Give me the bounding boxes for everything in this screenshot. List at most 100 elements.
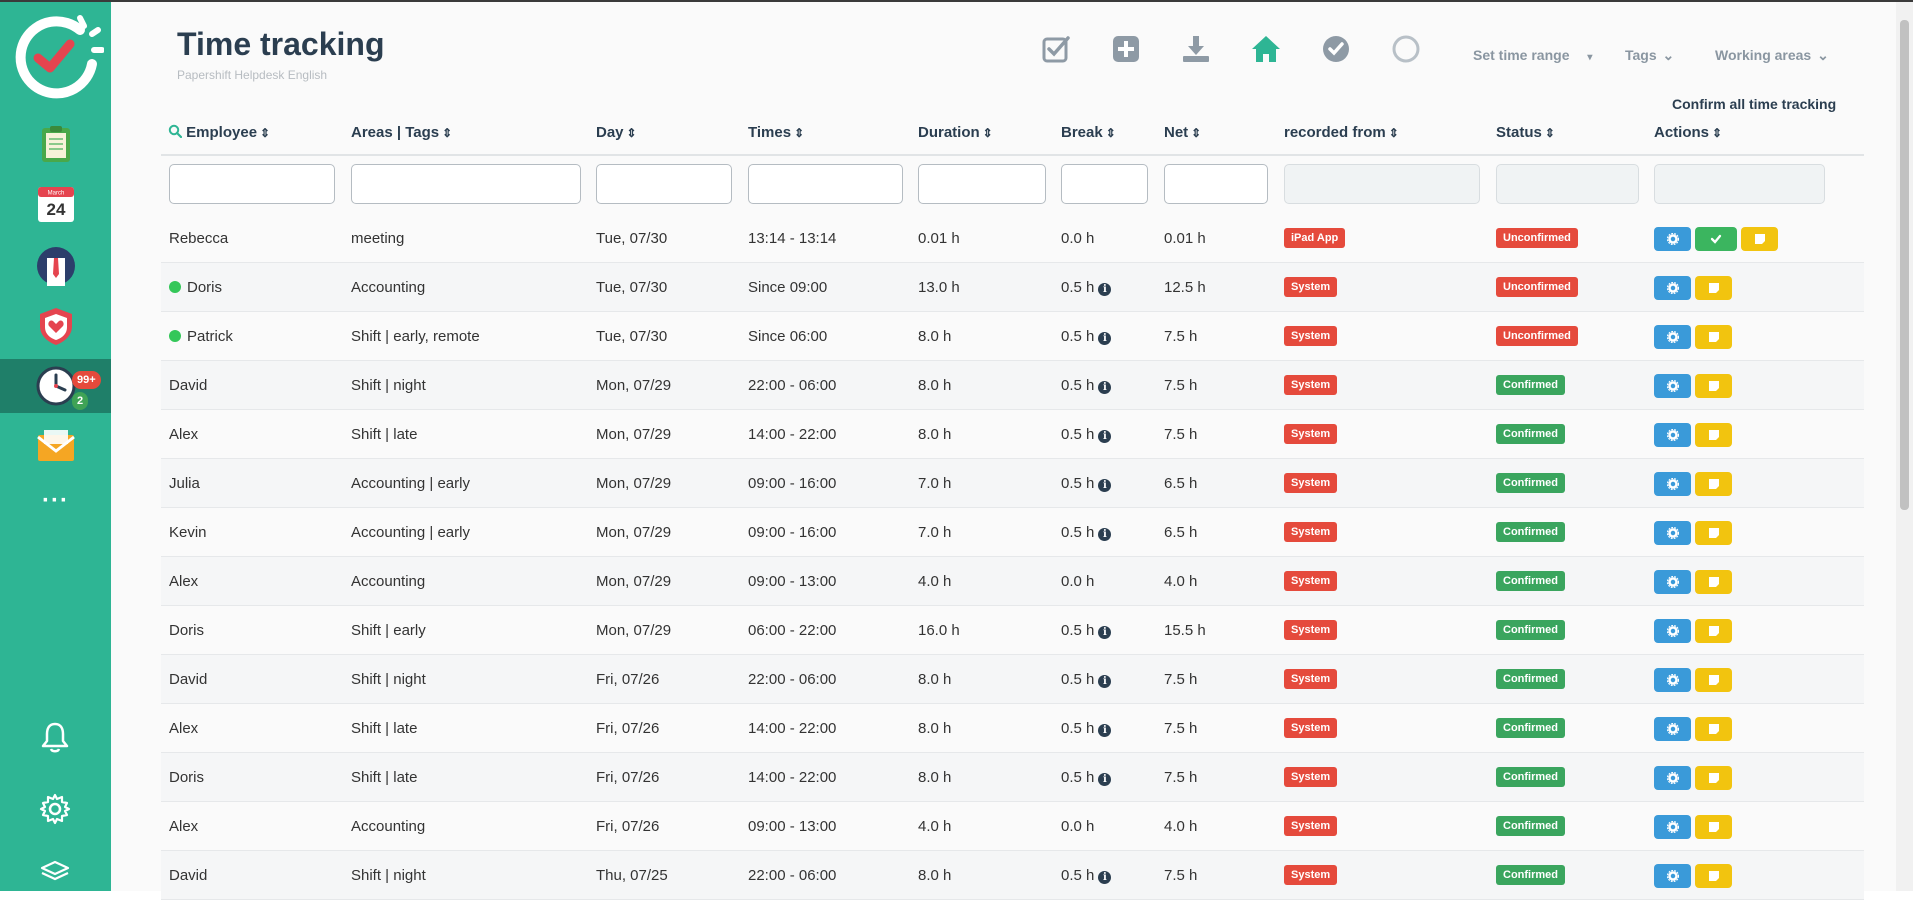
table-row[interactable]: Alex Shift | late Fri, 07/26 14:00 - 22:… [161,704,1864,753]
settings-button[interactable] [1654,227,1691,251]
info-icon[interactable]: i [1098,871,1112,884]
table-row[interactable]: Rebecca meeting Tue, 07/30 13:14 - 13:14… [161,214,1864,263]
sidebar-item-time-tracking[interactable]: 99+ 2 [0,359,111,413]
note-button[interactable] [1695,276,1732,300]
column-header-duration[interactable]: Duration ⇕ [918,124,993,141]
circle-outline-icon[interactable] [1391,34,1421,64]
info-icon[interactable]: i [1098,283,1112,296]
note-button[interactable] [1695,472,1732,496]
note-button[interactable] [1695,815,1732,839]
table-row[interactable]: David Shift | night Thu, 07/25 22:00 - 0… [161,851,1864,900]
employee-cell[interactable]: Kevin [169,524,207,541]
info-icon[interactable]: i [1098,430,1112,443]
tags-dropdown[interactable]: Tags ⌄ [1625,47,1674,64]
table-row[interactable]: Kevin Accounting | early Mon, 07/29 09:0… [161,508,1864,557]
info-icon[interactable]: i [1098,381,1112,394]
day-filter-input[interactable] [596,164,732,204]
info-icon[interactable]: i [1098,479,1112,492]
break-filter-input[interactable] [1061,164,1148,204]
employee-cell[interactable]: Patrick [169,328,233,345]
table-row[interactable]: Patrick Shift | early, remote Tue, 07/30… [161,312,1864,361]
times-filter-input[interactable] [748,164,903,204]
note-button[interactable] [1695,619,1732,643]
home-icon[interactable] [1251,34,1281,64]
note-button[interactable] [1741,227,1778,251]
note-button[interactable] [1695,325,1732,349]
column-header-employee[interactable]: Employee ⇕ [168,124,270,141]
table-row[interactable]: Alex Shift | late Mon, 07/29 14:00 - 22:… [161,410,1864,459]
note-button[interactable] [1695,423,1732,447]
employee-cell[interactable]: David [169,867,207,884]
employee-cell[interactable]: Doris [169,622,204,639]
papershift-logo-icon[interactable] [8,8,104,104]
settings-button[interactable] [1654,619,1691,643]
areas-filter-input[interactable] [351,164,581,204]
column-header-areas-tags[interactable]: Areas | Tags ⇕ [351,124,452,141]
settings-button[interactable] [1654,815,1691,839]
table-row[interactable]: Doris Accounting Tue, 07/30 Since 09:00 … [161,263,1864,312]
bell-icon[interactable] [38,720,72,754]
confirm-all-link[interactable]: Confirm all time tracking [1672,96,1836,112]
settings-button[interactable] [1654,668,1691,692]
sidebar-item-messages[interactable] [0,420,111,474]
download-icon[interactable] [1181,34,1211,64]
plus-square-icon[interactable] [1111,34,1141,64]
note-button[interactable] [1695,668,1732,692]
column-header-status[interactable]: Status ⇕ [1496,124,1555,141]
note-button[interactable] [1695,374,1732,398]
employee-cell[interactable]: Alex [169,573,198,590]
table-row[interactable]: Doris Shift | late Fri, 07/26 14:00 - 22… [161,753,1864,802]
column-header-actions[interactable]: Actions ⇕ [1654,124,1722,141]
sidebar-item-absence[interactable] [0,299,111,353]
gear-icon[interactable] [38,792,72,826]
info-icon[interactable]: i [1098,528,1112,541]
employee-cell[interactable]: Rebecca [169,230,228,247]
employee-cell[interactable]: Doris [169,769,204,786]
note-button[interactable] [1695,766,1732,790]
more-icon[interactable]: ··· [0,487,111,515]
note-button[interactable] [1695,521,1732,545]
confirm-button[interactable] [1695,227,1737,251]
settings-button[interactable] [1654,521,1691,545]
time-range-dropdown[interactable]: Set time range ▾ [1473,47,1592,63]
net-filter-input[interactable] [1164,164,1268,204]
table-row[interactable]: Doris Shift | early Mon, 07/29 06:00 - 2… [161,606,1864,655]
note-button[interactable] [1695,570,1732,594]
note-button[interactable] [1695,864,1732,888]
layers-icon[interactable] [38,854,72,888]
scrollbar-thumb[interactable] [1900,20,1909,510]
employee-cell[interactable]: David [169,377,207,394]
settings-button[interactable] [1654,472,1691,496]
settings-button[interactable] [1654,423,1691,447]
employee-cell[interactable]: Doris [169,279,222,296]
employee-cell[interactable]: Alex [169,720,198,737]
table-row[interactable]: Julia Accounting | early Mon, 07/29 09:0… [161,459,1864,508]
settings-button[interactable] [1654,766,1691,790]
info-icon[interactable]: i [1098,675,1112,688]
employee-filter-input[interactable] [169,164,335,204]
vertical-scrollbar[interactable] [1896,2,1913,891]
column-header-recorded-from[interactable]: recorded from ⇕ [1284,124,1399,141]
column-header-net[interactable]: Net ⇕ [1164,124,1201,141]
column-header-times[interactable]: Times ⇕ [748,124,804,141]
sidebar-item-clipboard[interactable] [0,117,111,171]
table-row[interactable]: David Shift | night Mon, 07/29 22:00 - 0… [161,361,1864,410]
employee-cell[interactable]: David [169,671,207,688]
sidebar-item-calendar[interactable]: March 24 [0,177,111,231]
table-row[interactable]: Alex Accounting Mon, 07/29 09:00 - 13:00… [161,557,1864,606]
sidebar-item-staff[interactable] [0,239,111,293]
settings-button[interactable] [1654,325,1691,349]
duration-filter-input[interactable] [918,164,1046,204]
check-circle-icon[interactable] [1321,34,1351,64]
settings-button[interactable] [1654,570,1691,594]
note-button[interactable] [1695,717,1732,741]
employee-cell[interactable]: Alex [169,818,198,835]
settings-button[interactable] [1654,276,1691,300]
working-areas-dropdown[interactable]: Working areas ⌄ [1715,47,1829,64]
employee-cell[interactable]: Julia [169,475,200,492]
employee-cell[interactable]: Alex [169,426,198,443]
info-icon[interactable]: i [1098,332,1112,345]
column-header-break[interactable]: Break ⇕ [1061,124,1116,141]
table-row[interactable]: David Shift | night Fri, 07/26 22:00 - 0… [161,655,1864,704]
settings-button[interactable] [1654,864,1691,888]
